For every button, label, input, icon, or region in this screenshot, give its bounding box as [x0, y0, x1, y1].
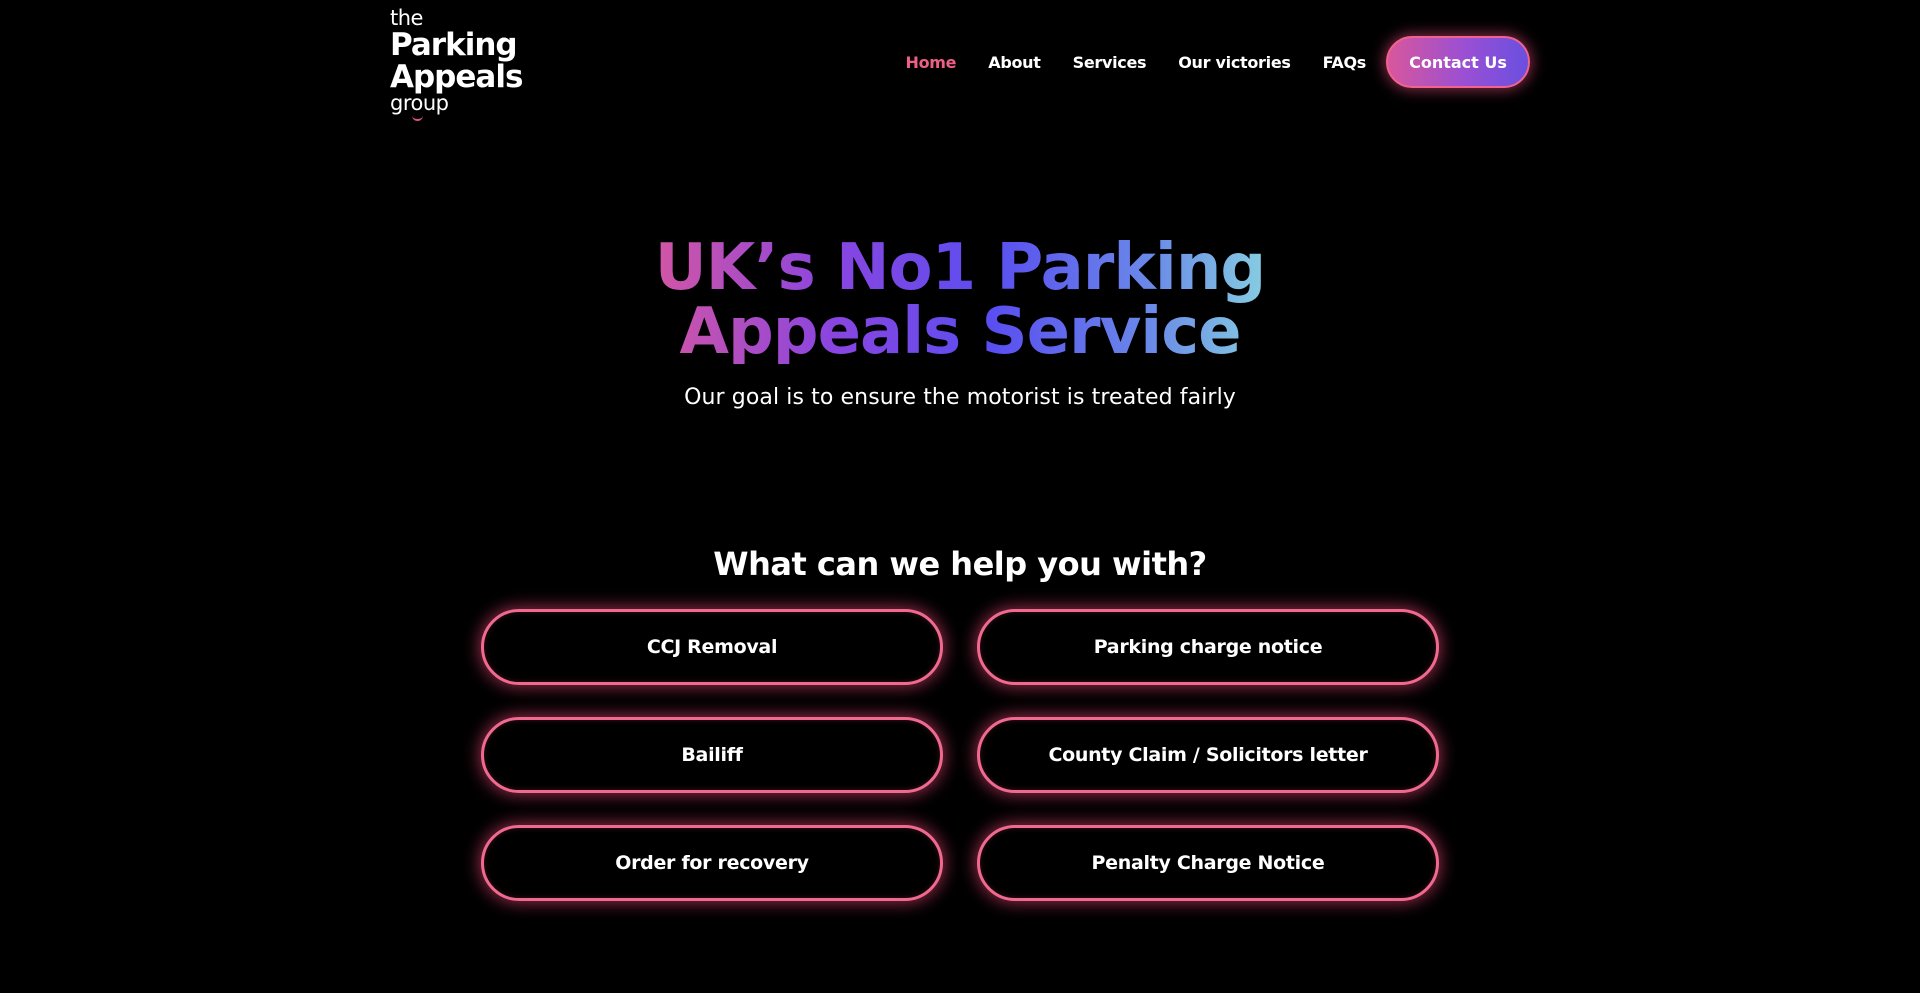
logo-text-group-label: group: [390, 91, 449, 115]
logo-text-group: group: [390, 91, 530, 121]
option-order-for-recovery-button[interactable]: Order for recovery: [481, 825, 943, 901]
logo-text-the: the: [390, 6, 423, 30]
hero-title-line-1: UK’s No1 Parking: [654, 231, 1266, 305]
nav-item-faqs[interactable]: FAQs: [1323, 53, 1367, 72]
smile-icon: [412, 114, 423, 121]
option-parking-charge-notice-button[interactable]: Parking charge notice: [977, 609, 1439, 685]
logo-text-appeals: Appeals: [390, 59, 523, 95]
nav-item-services[interactable]: Services: [1073, 53, 1147, 72]
hero-title: UK’s No1 Parking Appeals Service: [640, 236, 1280, 364]
help-section-title: What can we help you with?: [713, 545, 1207, 583]
help-options-grid: CCJ Removal Parking charge notice Bailif…: [481, 609, 1439, 901]
option-penalty-charge-notice-button[interactable]: Penalty Charge Notice: [977, 825, 1439, 901]
brand-logo[interactable]: the Parking Appeals group: [390, 6, 530, 121]
option-bailiff-button[interactable]: Bailiff: [481, 717, 943, 793]
nav-item-home[interactable]: Home: [906, 53, 957, 72]
hero-title-line-2: Appeals Service: [679, 295, 1241, 369]
contact-us-button[interactable]: Contact Us: [1386, 36, 1530, 88]
page: the Parking Appeals group Home About Ser…: [0, 0, 1920, 993]
option-ccj-removal-button[interactable]: CCJ Removal: [481, 609, 943, 685]
hero-section: UK’s No1 Parking Appeals Service Our goa…: [0, 236, 1920, 410]
hero-subtitle: Our goal is to ensure the motorist is tr…: [684, 385, 1236, 410]
option-county-claim-button[interactable]: County Claim / Solicitors letter: [977, 717, 1439, 793]
nav-item-our-victories[interactable]: Our victories: [1178, 53, 1291, 72]
main-nav: Home About Services Our victories FAQs C…: [874, 36, 1530, 88]
nav-item-about[interactable]: About: [988, 53, 1041, 72]
logo-text-parking: Parking: [390, 27, 518, 63]
